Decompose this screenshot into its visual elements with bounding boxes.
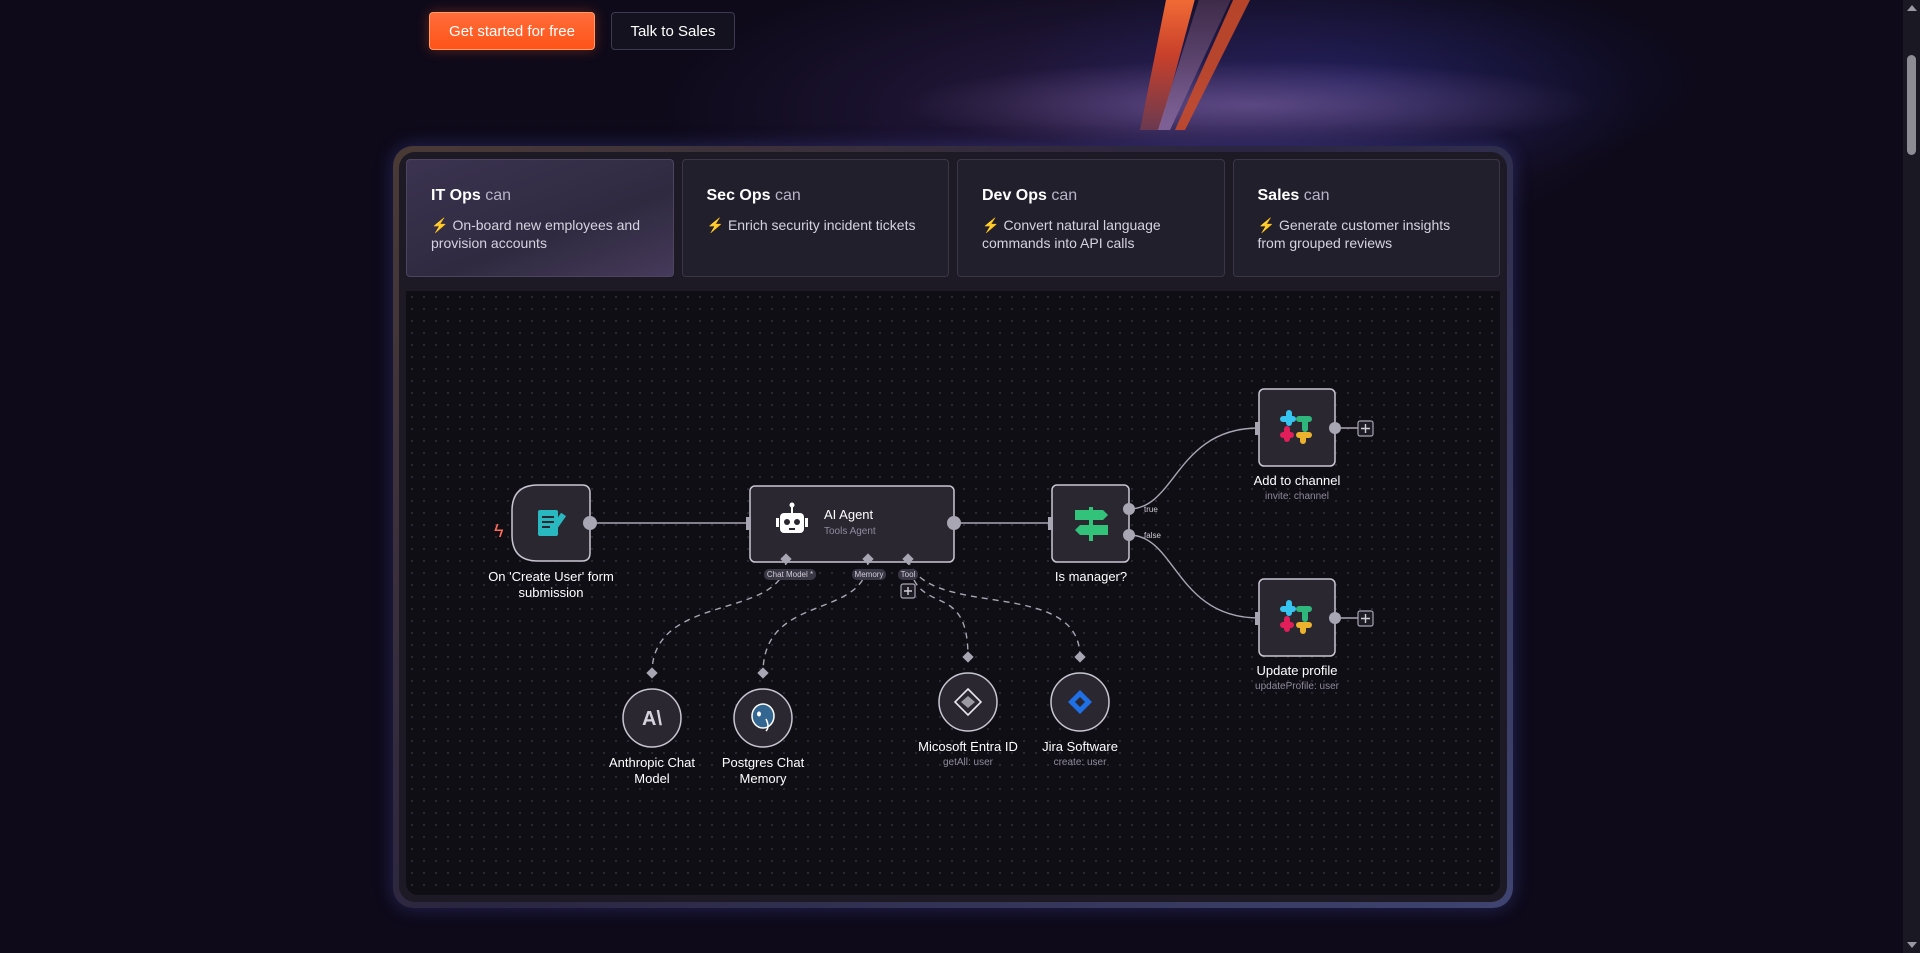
connection-true-slack xyxy=(1128,427,1260,510)
tab-task: Convert natural language commands into A… xyxy=(982,217,1161,251)
workflow-diagram: ϟ On 'Create User' form submission AI Ag… xyxy=(488,388,1374,786)
bolt-icon: ⚡ xyxy=(706,217,724,233)
tab-can: can xyxy=(485,187,512,204)
scroll-up-icon[interactable] xyxy=(1907,5,1917,11)
add-node-button[interactable] xyxy=(1357,420,1374,437)
anthropic-label-line2: Model xyxy=(634,771,670,786)
tab-task: On-board new employees and provision acc… xyxy=(431,217,640,251)
tab-task: Enrich security incident tickets xyxy=(727,217,916,233)
trigger-label-line1: On 'Create User' form xyxy=(488,569,614,584)
add-node-button[interactable] xyxy=(1357,610,1374,627)
jira-title: Jira Software xyxy=(1042,739,1118,754)
tab-it-ops[interactable]: IT Ops can ⚡ On-board new employees and p… xyxy=(406,159,674,277)
postgres-node[interactable]: Postgres Chat Memory xyxy=(722,667,805,786)
bolt-icon: ⚡ xyxy=(982,217,1000,233)
tab-title: Sales can xyxy=(1258,186,1476,206)
slack-update-subtitle: updateProfile: user xyxy=(1255,681,1340,692)
bolt-icon: ⚡ xyxy=(1257,217,1275,233)
connections xyxy=(590,427,1358,619)
add-tool-button[interactable] xyxy=(900,583,916,599)
entra-title: Micosoft Entra ID xyxy=(918,739,1018,754)
hero-streak-graphic xyxy=(1140,0,1250,130)
page-scrollbar[interactable] xyxy=(1903,0,1920,953)
slack-add-channel-node[interactable]: Add to channel invite: channel xyxy=(1254,388,1374,502)
ai-agent-subtitle: Tools Agent xyxy=(824,526,876,537)
slack-update-profile-node[interactable]: Update profile updateProfile: user xyxy=(1255,578,1374,692)
tab-description: ⚡ Enrich security incident tickets xyxy=(707,216,925,234)
use-case-tabs: IT Ops can ⚡ On-board new employees and p… xyxy=(406,159,1500,277)
false-branch-label: false xyxy=(1144,531,1161,540)
tab-dev-ops[interactable]: Dev Ops can ⚡ Convert natural language co… xyxy=(957,159,1225,277)
postgres-label-line2: Memory xyxy=(740,771,787,786)
anthropic-node[interactable]: A\ Anthropic Chat Model xyxy=(609,667,695,786)
tab-can: can xyxy=(1051,187,1078,204)
entra-subtitle: getAll: user xyxy=(943,757,994,768)
get-started-button[interactable]: Get started for free xyxy=(429,12,595,50)
entra-id-node[interactable]: Micosoft Entra ID getAll: user xyxy=(918,651,1018,768)
postgres-label-line1: Postgres Chat xyxy=(722,755,805,770)
true-branch-label: true xyxy=(1144,505,1158,514)
memory-port-label: Memory xyxy=(855,570,884,579)
tab-sales[interactable]: Sales can ⚡ Generate customer insights fr… xyxy=(1232,159,1500,277)
connection-false-slack xyxy=(1128,534,1260,619)
slack-update-title: Update profile xyxy=(1257,663,1338,678)
workflow-canvas[interactable]: ϟ On 'Create User' form submission AI Ag… xyxy=(406,291,1500,895)
anthropic-label-line1: Anthropic Chat xyxy=(609,755,695,770)
is-manager-node[interactable]: true false Is manager? xyxy=(1048,484,1161,584)
use-case-panel: IT Ops can ⚡ On-board new employees and p… xyxy=(393,146,1513,908)
jira-subtitle: create: user xyxy=(1054,757,1107,768)
ai-agent-title: AI Agent xyxy=(824,507,874,522)
tab-team: IT Ops xyxy=(431,187,481,204)
tab-team: Sales xyxy=(1257,187,1300,204)
page: Get started for free Talk to Sales IT Op… xyxy=(0,0,1920,953)
tab-team: Dev Ops xyxy=(982,187,1047,204)
anthropic-icon: A\ xyxy=(642,708,662,730)
tab-sec-ops[interactable]: Sec Ops can ⚡ Enrich security incident ti… xyxy=(681,159,949,277)
chat-model-port-label: Chat Model * xyxy=(767,570,813,579)
tab-title: Dev Ops can xyxy=(982,186,1200,206)
tab-description: ⚡ Generate customer insights from grouped… xyxy=(1258,216,1476,252)
jira-node[interactable]: Jira Software create: user xyxy=(1042,651,1118,768)
scroll-down-icon[interactable] xyxy=(1907,942,1917,948)
trigger-label-line2: submission xyxy=(518,585,583,600)
is-manager-label: Is manager? xyxy=(1055,569,1127,584)
tab-description: ⚡ Convert natural language commands into … xyxy=(982,216,1200,252)
trigger-node[interactable]: ϟ On 'Create User' form submission xyxy=(488,484,614,600)
tool-port-label: Tool xyxy=(901,570,916,579)
talk-to-sales-button[interactable]: Talk to Sales xyxy=(611,12,735,50)
tab-description: ⚡ On-board new employees and provision ac… xyxy=(431,216,649,252)
tab-can: can xyxy=(1303,187,1330,204)
tab-team: Sec Ops xyxy=(706,187,771,204)
slack-add-title: Add to channel xyxy=(1254,473,1341,488)
slack-add-subtitle: invite: channel xyxy=(1265,491,1329,502)
tab-title: Sec Ops can xyxy=(707,186,925,206)
scroll-thumb[interactable] xyxy=(1907,55,1916,155)
use-case-panel-inner: IT Ops can ⚡ On-board new employees and p… xyxy=(399,152,1507,902)
tab-can: can xyxy=(774,187,801,204)
tab-task: Generate customer insights from grouped … xyxy=(1257,217,1451,251)
trigger-bolt-icon: ϟ xyxy=(494,521,504,541)
tab-title: IT Ops can xyxy=(431,186,649,206)
bolt-icon: ⚡ xyxy=(431,217,449,233)
